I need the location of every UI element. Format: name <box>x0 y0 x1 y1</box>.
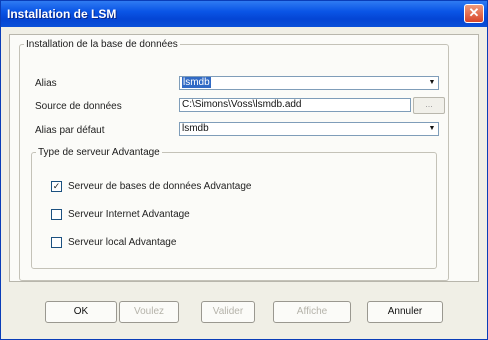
checkbox-server-internet[interactable] <box>51 209 62 220</box>
ok-button-label: OK <box>73 306 89 317</box>
server-type-group: Type de serveur Advantage <box>31 147 437 269</box>
validate-button[interactable]: Valider <box>201 301 255 323</box>
window-title: Installation de LSM <box>7 7 117 21</box>
option-label: Serveur local Advantage <box>68 237 177 248</box>
modify-button-label: Affiche <box>296 306 328 317</box>
previous-button-label: Voulez <box>133 306 165 317</box>
validate-button-label: Valider <box>212 306 244 317</box>
chevron-down-icon[interactable]: ▼ <box>426 77 438 89</box>
alias-value: lsmdb <box>182 77 211 88</box>
default-alias-value: lsmdb <box>182 123 209 134</box>
chevron-down-icon[interactable]: ▼ <box>426 123 438 135</box>
cancel-button-label: Annuler <box>387 306 423 317</box>
browse-label: ... <box>425 99 433 109</box>
browse-button[interactable]: ... <box>413 97 445 114</box>
alias-label: Alias <box>35 78 57 89</box>
checkmark-icon: ✓ <box>52 181 61 191</box>
title-bar[interactable]: Installation de LSM ✕ <box>1 1 487 27</box>
close-icon: ✕ <box>468 5 480 20</box>
checkbox-server-db[interactable]: ✓ <box>51 181 62 192</box>
previous-button[interactable]: Voulez <box>119 301 179 323</box>
cancel-button[interactable]: Annuler <box>367 301 443 323</box>
alias-combobox[interactable]: lsmdb ▼ <box>179 76 439 90</box>
modify-button[interactable]: Affiche <box>273 301 351 323</box>
dialog-window: Installation de LSM ✕ Installation de la… <box>0 0 488 340</box>
option-label: Serveur de bases de données Advantage <box>68 181 252 192</box>
checkbox-server-local[interactable] <box>51 237 62 248</box>
server-type-legend: Type de serveur Advantage <box>38 147 160 158</box>
ok-button[interactable]: OK <box>45 301 117 323</box>
source-label: Source de données <box>35 101 122 112</box>
option-label: Serveur Internet Advantage <box>68 209 190 220</box>
source-field[interactable]: C:\Simons\Voss\lsmdb.add <box>179 98 411 112</box>
close-button[interactable]: ✕ <box>464 4 484 23</box>
database-group-legend: Installation de la base de données <box>26 39 178 50</box>
default-alias-combobox[interactable]: lsmdb ▼ <box>179 122 439 136</box>
default-alias-label: Alias par défaut <box>35 125 105 136</box>
source-value: C:\Simons\Voss\lsmdb.add <box>182 99 302 110</box>
